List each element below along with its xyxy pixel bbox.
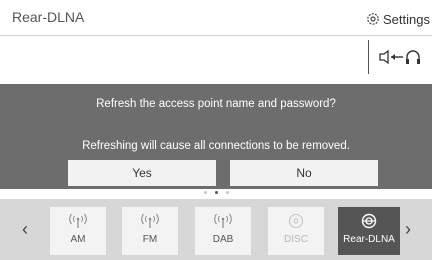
source-dab-button[interactable]: DAB (195, 207, 251, 255)
chevron-right-icon[interactable]: › (400, 219, 416, 240)
refresh-confirm-dialog: Refresh the access point name and passwo… (0, 84, 432, 189)
source-am-button[interactable]: AM (50, 207, 106, 255)
source-disc-button: DISC (268, 207, 324, 255)
source-bar: ‹ AM FM DAB DISC Rear-DLNA › (0, 199, 432, 260)
antenna-icon (214, 213, 232, 228)
source-label: FM (142, 234, 158, 245)
header-bar: Rear-DLNA Settings (0, 0, 432, 36)
gear-icon (367, 13, 379, 25)
page-dot (203, 191, 207, 194)
disc-icon (288, 213, 304, 229)
page-dot (225, 191, 229, 194)
antenna-icon (141, 213, 159, 228)
output-row (0, 36, 432, 76)
dialog-detail: Refreshing will cause all connections to… (82, 140, 350, 152)
antenna-icon (69, 213, 87, 228)
audio-output-button[interactable] (368, 40, 428, 74)
page-dot-active (214, 191, 218, 194)
source-rear-dlna-button[interactable]: Rear-DLNA (338, 207, 400, 255)
no-button[interactable]: No (230, 160, 378, 186)
speaker-to-headphones-icon (378, 49, 420, 65)
settings-label: Settings (383, 11, 430, 27)
source-label: DISC (284, 234, 308, 245)
source-label: AM (70, 234, 86, 245)
source-label: Rear-DLNA (343, 234, 395, 245)
page-indicator (0, 191, 432, 199)
settings-button[interactable]: Settings (366, 7, 430, 31)
page-title: Rear-DLNA (12, 9, 85, 25)
source-label: DAB (212, 234, 234, 245)
dialog-message: Refresh the access point name and passwo… (96, 98, 336, 110)
audio-screen: Rear-DLNA Settings Refresh the access po… (0, 0, 432, 260)
dlna-icon (361, 213, 377, 229)
chevron-left-icon[interactable]: ‹ (17, 219, 33, 240)
source-fm-button[interactable]: FM (122, 207, 178, 255)
yes-button[interactable]: Yes (68, 160, 216, 186)
